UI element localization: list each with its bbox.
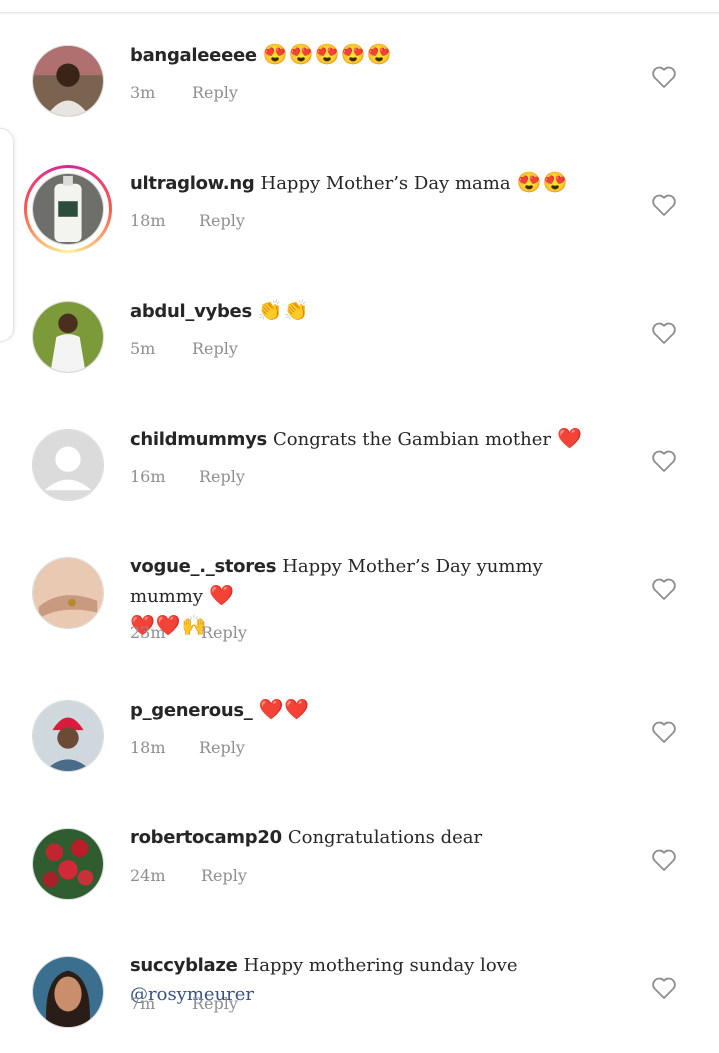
avatar-image: [32, 45, 104, 117]
reply-button[interactable]: Reply: [201, 623, 247, 642]
comment-body: bangaleeeee 😍😍😍😍😍: [130, 40, 620, 70]
avatar-image: [32, 301, 104, 373]
comment-emoji: 😍😍: [516, 170, 569, 194]
username-link[interactable]: abdul_vybes: [130, 301, 252, 322]
comment-body: robertocamp20 Congratulations dear: [130, 823, 620, 852]
comment-emoji: ❤️❤️: [258, 697, 311, 721]
avatar-childmummys[interactable]: [32, 429, 104, 501]
comment-text: Congratulations dear: [287, 827, 483, 848]
avatar-image: [32, 828, 104, 900]
comment-meta: 18m Reply: [130, 211, 245, 230]
avatar-image: [32, 173, 104, 245]
comment-meta: 24m Reply: [130, 866, 247, 885]
comment-body: ultraglow.ng Happy Mother’s Day mama 😍😍: [130, 168, 620, 198]
comment-meta: 5m Reply: [130, 339, 238, 358]
top-bar: [0, 0, 719, 13]
heart-outline-icon[interactable]: [651, 976, 677, 1000]
heart-outline-icon[interactable]: [651, 65, 677, 89]
comment-time: 16m: [130, 467, 166, 486]
comment-text: Happy Mother’s Day mama: [260, 173, 511, 194]
username-link[interactable]: succyblaze: [130, 955, 238, 976]
comment-body: p_generous_ ❤️❤️: [130, 695, 620, 725]
username-link[interactable]: p_generous_: [130, 700, 253, 721]
comment-meta: 3m Reply: [130, 83, 238, 102]
username-link[interactable]: robertocamp20: [130, 827, 282, 848]
comment-time: 7m: [130, 994, 156, 1013]
avatar-robertocamp20[interactable]: [32, 828, 104, 900]
comment-meta: 23m Reply: [130, 623, 247, 642]
comment-emoji: 👏👏: [257, 298, 310, 322]
comment-time: 3m: [130, 83, 156, 102]
comment-body: abdul_vybes 👏👏: [130, 296, 620, 326]
heart-outline-icon[interactable]: [651, 193, 677, 217]
comment-emoji: 😍😍😍😍😍: [262, 42, 393, 66]
heart-outline-icon[interactable]: [651, 577, 677, 601]
comment-time: 24m: [130, 866, 166, 885]
avatar-bangaleeeee[interactable]: [32, 45, 104, 117]
comment-time: 23m: [130, 623, 166, 642]
reply-button[interactable]: Reply: [192, 339, 238, 358]
avatar-vogue-stores[interactable]: [32, 557, 104, 629]
comment-text: Happy mothering sunday love: [243, 955, 518, 976]
avatar-p-generous[interactable]: [32, 700, 104, 772]
comment-meta: 16m Reply: [130, 467, 245, 486]
reply-button[interactable]: Reply: [192, 83, 238, 102]
reply-button[interactable]: Reply: [192, 994, 238, 1013]
comment-text: Congrats the Gambian mother: [273, 429, 551, 450]
reply-button[interactable]: Reply: [199, 211, 245, 230]
heart-outline-icon[interactable]: [651, 848, 677, 872]
avatar-image: [32, 956, 104, 1028]
comment-emoji: ❤️: [209, 583, 235, 607]
comment-time: 18m: [130, 211, 166, 230]
avatar-ultraglow-ng[interactable]: [24, 165, 112, 253]
comment-meta: 18m Reply: [130, 738, 245, 757]
comment-emoji: ❤️: [557, 426, 583, 450]
avatar-image: [32, 700, 104, 772]
comment-meta: 7m Reply: [130, 994, 238, 1013]
username-link[interactable]: ultraglow.ng: [130, 173, 255, 194]
reply-button[interactable]: Reply: [199, 738, 245, 757]
avatar-image: [32, 557, 104, 629]
avatar-succyblaze[interactable]: [32, 956, 104, 1028]
reply-button[interactable]: Reply: [201, 866, 247, 885]
username-link[interactable]: bangaleeeee: [130, 45, 257, 66]
heart-outline-icon[interactable]: [651, 720, 677, 744]
comment-time: 5m: [130, 339, 156, 358]
username-link[interactable]: vogue_._stores: [130, 556, 276, 577]
heart-outline-icon[interactable]: [651, 449, 677, 473]
reply-button[interactable]: Reply: [199, 467, 245, 486]
default-avatar-icon: [32, 429, 104, 501]
username-link[interactable]: childmummys: [130, 429, 267, 450]
heart-outline-icon[interactable]: [651, 321, 677, 345]
avatar-abdul-vybes[interactable]: [32, 301, 104, 373]
comment-body: childmummys Congrats the Gambian mother …: [130, 424, 620, 454]
comment-time: 18m: [130, 738, 166, 757]
side-drawer-handle[interactable]: [0, 128, 14, 342]
